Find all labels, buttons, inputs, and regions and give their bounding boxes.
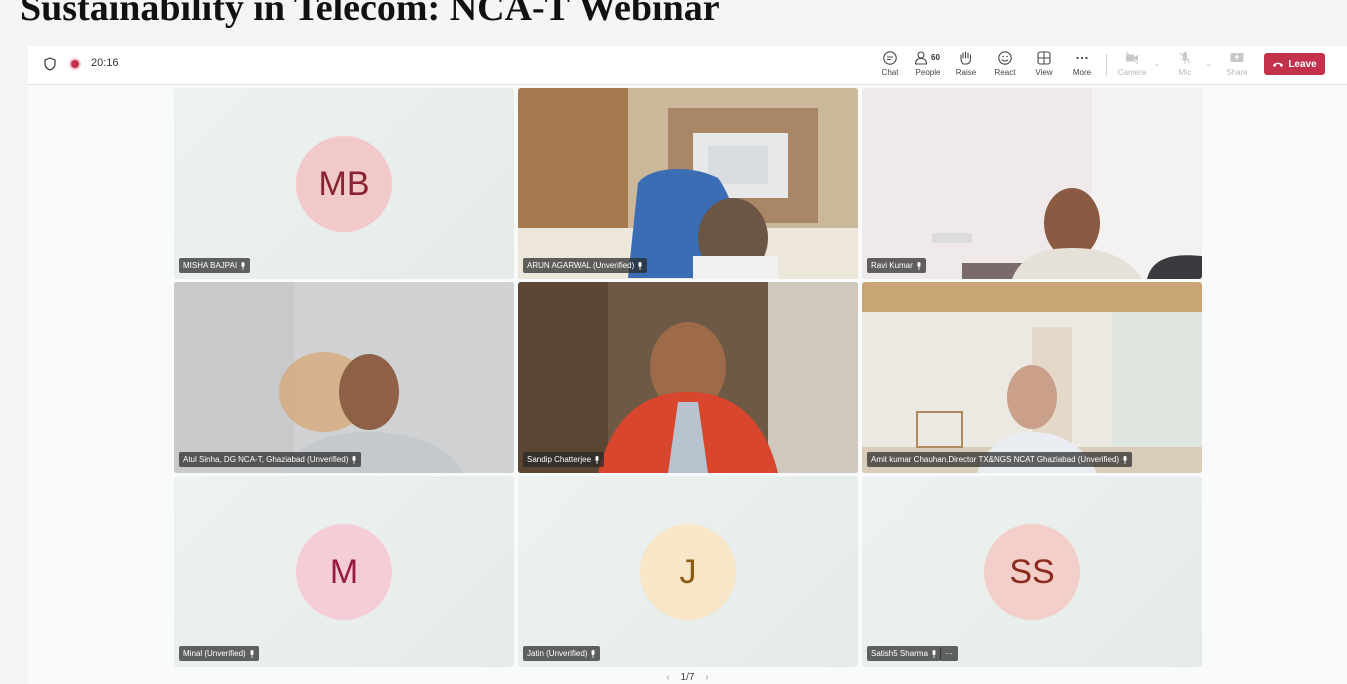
participant-name: Satish5 Sharma xyxy=(871,649,928,658)
toolbar-divider xyxy=(1106,54,1107,76)
mic-muted-icon xyxy=(917,261,921,270)
mic-label: Mic xyxy=(1178,68,1192,77)
react-label: React xyxy=(994,68,1016,77)
leave-label: Leave xyxy=(1288,58,1317,70)
avatar-initials: J xyxy=(679,552,697,591)
participant-name: Minal (Unverified) xyxy=(183,649,246,658)
participant-avatar: MB xyxy=(296,136,392,232)
avatar-initials: MB xyxy=(318,164,370,203)
participant-video-tile[interactable]: Ravi Kumar xyxy=(862,88,1202,279)
participant-name-tag: Jatin (Unverified) xyxy=(523,646,601,661)
mic-muted-icon xyxy=(241,261,245,270)
raise-label: Raise xyxy=(955,68,977,77)
participant-video-tile[interactable]: Amit kumar Chauhan,Director TX&NGS NCAT … xyxy=(862,282,1202,473)
meeting-window: 20:16 Chat 60 People Raise React View Mo… xyxy=(28,46,1347,684)
mic-muted-icon xyxy=(932,649,936,658)
participant-name: ARUN AGARWAL (Unverified) xyxy=(527,261,635,270)
previous-page-chevron-icon[interactable]: ‹ xyxy=(666,672,669,683)
participant-name: Ravi Kumar xyxy=(871,261,913,270)
participant-name: Jatin (Unverified) xyxy=(527,649,588,658)
gallery-pager: ‹ 1/7 › xyxy=(28,672,1347,683)
camera-options-chevron-icon[interactable]: ⌄ xyxy=(1153,58,1161,69)
avatar-initials: M xyxy=(329,552,359,591)
next-page-chevron-icon[interactable]: › xyxy=(705,672,708,683)
participant-name-tag: MISHA BAJPAI xyxy=(179,258,251,273)
mic-muted-icon xyxy=(638,261,642,270)
participant-more-options-button[interactable]: ··· xyxy=(940,646,958,661)
participant-tile[interactable]: SS Satish5 Sharma ··· xyxy=(862,476,1202,667)
camera-off-icon xyxy=(1125,51,1139,65)
participant-video-tile[interactable]: Sandip Chatterjee xyxy=(518,282,858,473)
smiley-icon xyxy=(998,51,1012,65)
camera-button[interactable]: Camera xyxy=(1112,50,1152,82)
participant-name: Sandip Chatterjee xyxy=(527,455,592,464)
hand-icon xyxy=(960,51,972,65)
participant-name-tag: Atul Sinha, DG NCA-T, Ghaziabad (Unverif… xyxy=(179,452,362,467)
chat-label: Chat xyxy=(881,68,899,77)
video-feed xyxy=(174,282,514,473)
participant-name-tag: Satish5 Sharma xyxy=(867,646,941,661)
mic-options-chevron-icon[interactable]: ⌄ xyxy=(1205,58,1213,69)
participant-name-tag: ARUN AGARWAL (Unverified) xyxy=(523,258,648,273)
share-button[interactable]: Share xyxy=(1217,50,1257,82)
participant-name: Atul Sinha, DG NCA-T, Ghaziabad (Unverif… xyxy=(183,455,349,464)
react-button[interactable]: React xyxy=(985,50,1025,82)
meeting-toolbar: 20:16 Chat 60 People Raise React View Mo… xyxy=(28,46,1347,85)
participant-avatar: M xyxy=(296,524,392,620)
people-count: 60 xyxy=(931,53,940,62)
mic-button[interactable]: Mic xyxy=(1165,50,1205,82)
page-indicator: 1/7 xyxy=(680,672,695,683)
raise-hand-button[interactable]: Raise xyxy=(946,50,986,82)
mic-icon xyxy=(352,455,356,464)
leave-button[interactable]: Leave xyxy=(1264,53,1325,75)
chat-button[interactable]: Chat xyxy=(870,50,910,82)
grid-icon xyxy=(1037,51,1051,65)
participant-tile[interactable]: M Minal (Unverified) xyxy=(174,476,514,667)
mic-muted-icon xyxy=(595,455,599,464)
share-icon xyxy=(1230,53,1244,62)
people-label: People xyxy=(915,68,941,77)
video-feed xyxy=(518,282,858,473)
participant-name-tag: Amit kumar Chauhan,Director TX&NGS NCAT … xyxy=(867,452,1133,467)
more-label: More xyxy=(1072,68,1092,77)
video-feed xyxy=(862,282,1202,473)
camera-label: Camera xyxy=(1117,68,1147,77)
video-feed xyxy=(518,88,858,279)
participant-tile[interactable]: MB MISHA BAJPAI xyxy=(174,88,514,279)
people-button[interactable]: 60 People xyxy=(908,50,948,82)
video-feed xyxy=(862,88,1202,279)
participant-video-tile[interactable]: ARUN AGARWAL (Unverified) xyxy=(518,88,858,279)
participant-name-tag: Minal (Unverified) xyxy=(179,646,259,661)
mic-off-icon xyxy=(1179,52,1191,64)
participant-avatar: J xyxy=(640,524,736,620)
avatar-initials: SS xyxy=(1009,552,1055,591)
participant-avatar: SS xyxy=(984,524,1080,620)
mic-muted-icon xyxy=(250,649,254,658)
participant-video-tile-active-speaker[interactable]: Atul Sinha, DG NCA-T, Ghaziabad (Unverif… xyxy=(174,282,514,473)
participant-name: MISHA BAJPAI xyxy=(183,261,238,270)
people-icon xyxy=(914,51,928,65)
mic-muted-icon xyxy=(591,649,595,658)
participant-tile[interactable]: J Jatin (Unverified) xyxy=(518,476,858,667)
view-label: View xyxy=(1035,68,1053,77)
participant-name: Amit kumar Chauhan,Director TX&NGS NCAT … xyxy=(871,455,1120,464)
meeting-timer: 20:16 xyxy=(91,57,119,69)
view-button[interactable]: View xyxy=(1024,50,1064,82)
participant-name-tag: Sandip Chatterjee xyxy=(523,452,605,467)
share-label: Share xyxy=(1226,68,1248,77)
phone-hangup-icon xyxy=(1273,62,1284,67)
shield-icon xyxy=(44,57,56,71)
mic-muted-icon xyxy=(1123,455,1127,464)
chat-icon xyxy=(883,51,897,65)
recording-indicator xyxy=(71,60,79,68)
page-heading: Sustainability in Telecom: NCA-T Webinar xyxy=(20,0,720,29)
more-button[interactable]: More xyxy=(1062,50,1102,82)
more-dots-icon xyxy=(1076,56,1088,60)
participant-name-tag: Ravi Kumar xyxy=(867,258,926,273)
